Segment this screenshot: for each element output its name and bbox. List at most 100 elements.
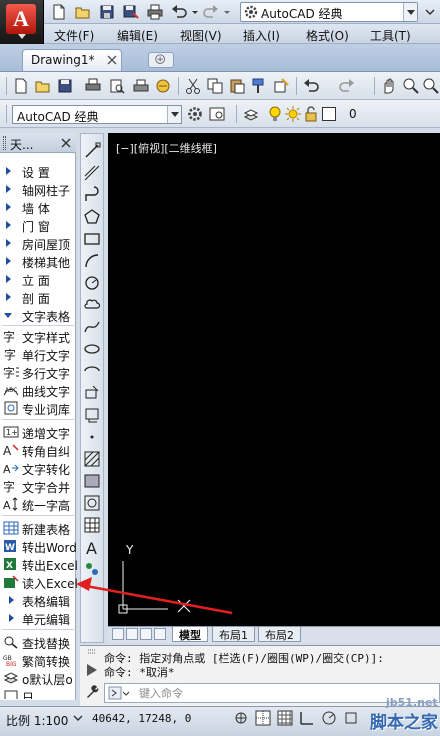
command-prompt-icon[interactable] xyxy=(108,686,130,700)
construction-line-icon[interactable] xyxy=(83,164,101,182)
zoom-realtime-icon[interactable] xyxy=(402,77,420,95)
cmd-text-convert[interactable]: A 文字转化 xyxy=(0,459,76,477)
first-layout-icon[interactable] xyxy=(112,628,124,640)
cmd-dictionary[interactable]: 专业词库 xyxy=(0,399,76,417)
close-icon[interactable] xyxy=(60,137,72,149)
point-icon[interactable] xyxy=(83,428,101,446)
annotation-scale[interactable]: 比例 1:100 xyxy=(6,712,68,729)
cmd-table-edit[interactable]: 表格编辑 xyxy=(0,591,76,609)
palette-header[interactable]: 天... xyxy=(0,133,76,153)
print-icon[interactable] xyxy=(84,77,102,95)
block-editor-icon[interactable] xyxy=(272,77,290,95)
next-layout-icon[interactable] xyxy=(140,628,152,640)
menu-view[interactable]: 视图(V) xyxy=(180,27,222,44)
polyline-icon[interactable] xyxy=(83,186,101,204)
cmd-text-style[interactable]: 字文字样式 xyxy=(0,327,76,345)
3d-dwf-icon[interactable] xyxy=(154,77,172,95)
cmd-single-line-text[interactable]: 字单行文字 xyxy=(0,345,76,363)
tab-layout1[interactable]: 布局1 xyxy=(212,627,255,642)
layer-properties-icon[interactable] xyxy=(242,105,260,123)
wrench-icon[interactable] xyxy=(84,684,100,700)
cmd-unify-height[interactable]: A 统一字高 xyxy=(0,495,76,513)
polar-tracking-icon[interactable] xyxy=(320,709,338,727)
publish-icon[interactable] xyxy=(132,77,150,95)
cmd-export-word[interactable]: W 转出Word xyxy=(0,537,77,555)
gear-icon[interactable] xyxy=(186,105,204,123)
line-icon[interactable] xyxy=(83,142,101,160)
print-icon[interactable] xyxy=(146,3,164,21)
cut-icon[interactable] xyxy=(184,77,202,95)
table-icon[interactable] xyxy=(83,516,101,534)
region-icon[interactable] xyxy=(83,494,101,512)
cmd-increment-text[interactable]: 1+ 递增文字 xyxy=(0,423,76,441)
workspace-switcher[interactable]: AutoCAD 经典 xyxy=(240,2,418,22)
cmd-text-merge[interactable]: 字文字合并 xyxy=(0,477,76,495)
snap-mode-icon[interactable] xyxy=(254,709,272,727)
ellipse-arc-icon[interactable] xyxy=(83,362,101,380)
revision-cloud-icon[interactable] xyxy=(83,296,101,314)
menu-insert[interactable]: 插入(I) xyxy=(243,27,280,44)
chevron-down-icon[interactable] xyxy=(167,106,181,123)
add-selected-icon[interactable] xyxy=(83,560,101,578)
paste-icon[interactable] xyxy=(228,77,246,95)
save-as-icon[interactable] xyxy=(122,3,140,21)
palette-category-elevation[interactable]: 立 面 xyxy=(0,270,76,288)
menu-tools[interactable]: 工具(T) xyxy=(370,27,411,44)
cmd-multiline-text[interactable]: 字多行文字 xyxy=(0,363,76,381)
polygon-icon[interactable] xyxy=(83,208,101,226)
palette-category-settings[interactable]: 设 置 xyxy=(0,162,76,180)
menu-format[interactable]: 格式(O) xyxy=(306,27,349,44)
palette-category-text-table[interactable]: 文字表格 xyxy=(0,306,76,324)
zoom-window-icon[interactable] xyxy=(422,77,440,95)
tab-model[interactable]: 模型 xyxy=(172,627,208,642)
circle-icon[interactable] xyxy=(83,274,101,292)
new-file-icon[interactable] xyxy=(12,77,30,95)
menu-edit[interactable]: 编辑(E) xyxy=(117,27,158,44)
open-file-icon[interactable] xyxy=(34,77,52,95)
redo-icon[interactable] xyxy=(338,77,356,95)
save-icon[interactable] xyxy=(98,3,116,21)
ortho-mode-icon[interactable] xyxy=(298,709,316,727)
chevron-down-icon[interactable] xyxy=(72,710,84,726)
palette-category-stairs-other[interactable]: 楼梯其他 xyxy=(0,252,76,270)
print-preview-icon[interactable] xyxy=(108,77,126,95)
undo-icon[interactable] xyxy=(302,77,320,95)
arc-icon[interactable] xyxy=(83,252,101,270)
hatch-icon[interactable] xyxy=(83,450,101,468)
cmd-curve-text[interactable]: ABC 曲线文字 xyxy=(0,381,76,399)
new-file-icon[interactable] xyxy=(50,3,68,21)
make-block-icon[interactable] xyxy=(83,406,101,424)
ellipse-icon[interactable] xyxy=(83,340,101,358)
rectangle-icon[interactable] xyxy=(83,230,101,248)
tab-layout2[interactable]: 布局2 xyxy=(258,627,301,642)
spline-icon[interactable] xyxy=(83,318,101,336)
previous-layout-icon[interactable] xyxy=(126,628,138,640)
palette-category-door-window[interactable]: 门 窗 xyxy=(0,216,76,234)
palette-category-section[interactable]: 剖 面 xyxy=(0,288,76,306)
palette-category-wall[interactable]: 墙 体 xyxy=(0,198,76,216)
palette-category-room-roof[interactable]: 房间屋顶 xyxy=(0,234,76,252)
cmd-find-replace[interactable]: 查找替换 xyxy=(0,633,76,651)
cmd-export-excel[interactable]: X 转出Excel xyxy=(0,555,78,573)
cmd-cell-edit[interactable]: 单元编辑 xyxy=(0,609,76,627)
cmd-simp-trad[interactable]: GB BIG 繁简转换 xyxy=(0,651,76,669)
undo-dropdown-icon[interactable] xyxy=(186,3,198,21)
new-tab-button[interactable] xyxy=(148,52,174,68)
chevron-down-icon[interactable] xyxy=(403,3,417,21)
drag-handle-icon[interactable] xyxy=(3,136,6,150)
infer-constraints-icon[interactable] xyxy=(232,709,250,727)
object-snap-icon[interactable] xyxy=(342,709,360,727)
copy-icon[interactable] xyxy=(206,77,224,95)
cursor-coordinates[interactable]: 40642, 17248, 0 xyxy=(92,712,191,725)
redo-dropdown-icon[interactable] xyxy=(218,3,230,21)
grid-display-icon[interactable] xyxy=(276,709,294,727)
cmd-misc[interactable]: 日... xyxy=(0,687,76,699)
menu-file[interactable]: 文件(F) xyxy=(54,27,94,44)
cmd-new-table[interactable]: 新建表格 xyxy=(0,519,76,537)
workspace-settings-icon[interactable] xyxy=(208,105,226,123)
open-file-icon[interactable] xyxy=(74,3,92,21)
tab-drawing1[interactable]: Drawing1* xyxy=(22,49,122,71)
last-layout-icon[interactable] xyxy=(154,628,166,640)
cmd-corner-text[interactable]: A 转角自纠 xyxy=(0,441,76,459)
pan-hand-icon[interactable] xyxy=(380,77,398,95)
